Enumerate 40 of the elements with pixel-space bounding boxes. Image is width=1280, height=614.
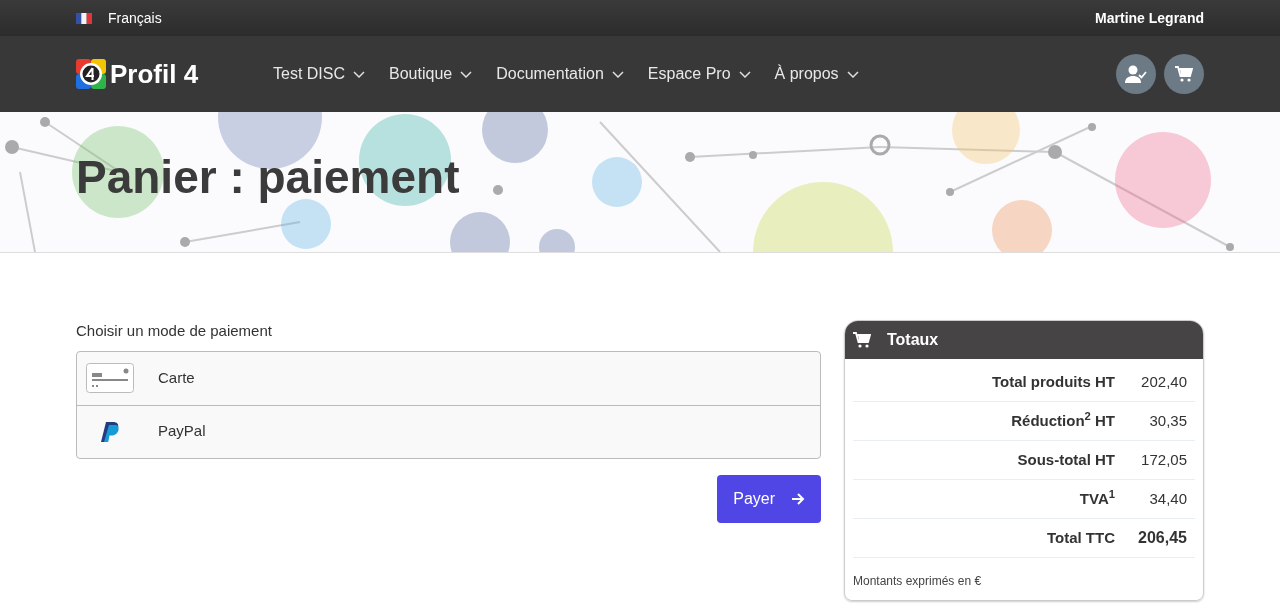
french-flag-icon [76, 12, 92, 24]
total-label: Total TTC [1045, 527, 1115, 548]
chevron-down-icon [611, 70, 624, 78]
nav-menu-item[interactable]: Espace Pro [647, 56, 751, 92]
total-value: 172,05 [1140, 449, 1187, 470]
cart-icon [853, 332, 871, 348]
nav-menu-item[interactable]: Documentation [496, 56, 624, 92]
total-value: 206,45 [1137, 528, 1187, 548]
chevron-down-icon [738, 70, 751, 78]
chevron-down-icon [353, 70, 365, 78]
account-button[interactable] [1116, 54, 1156, 94]
brand-name[interactable]: Profil 4 [110, 54, 199, 94]
user-check-icon [1125, 65, 1147, 83]
total-value: 30,35 [1148, 410, 1187, 431]
user-name[interactable]: Martine Legrand [1095, 7, 1204, 29]
paypal-icon [101, 421, 119, 442]
page-title: Panier : paiement [76, 150, 460, 205]
total-label: Réduction$^{2}$ HT [1010, 409, 1115, 431]
nav-menu-item[interactable]: Boutique [389, 56, 473, 92]
chevron-down-icon [460, 70, 473, 78]
total-value: 34,40 [1148, 488, 1187, 509]
currency-note: Montants exprimés en € [853, 573, 983, 590]
total-value: 202,40 [1140, 371, 1187, 392]
arrow-right-icon [791, 492, 805, 505]
pay-button[interactable]: Payer [717, 474, 821, 523]
totals-title: Totaux [887, 330, 939, 350]
chevron-down-icon [846, 70, 859, 78]
language-selector[interactable]: Français [108, 7, 162, 29]
cart-icon [1175, 66, 1193, 82]
total-label: Sous-total HT [1016, 449, 1115, 470]
nav-menu-item[interactable]: Test DISC [273, 56, 365, 92]
total-label: Total produits HT [990, 371, 1115, 392]
payment-option[interactable]: PayPal [77, 404, 820, 458]
cart-button[interactable] [1164, 54, 1204, 94]
payment-option[interactable]: Carte [77, 351, 820, 405]
payment-prompt: Choisir un mode de paiement [76, 321, 273, 341]
total-label: TVA$^{1}$ [1078, 487, 1115, 509]
card-icon [86, 363, 134, 393]
logo-icon[interactable] [76, 59, 106, 89]
nav-menu-item[interactable]: À propos [774, 56, 859, 92]
